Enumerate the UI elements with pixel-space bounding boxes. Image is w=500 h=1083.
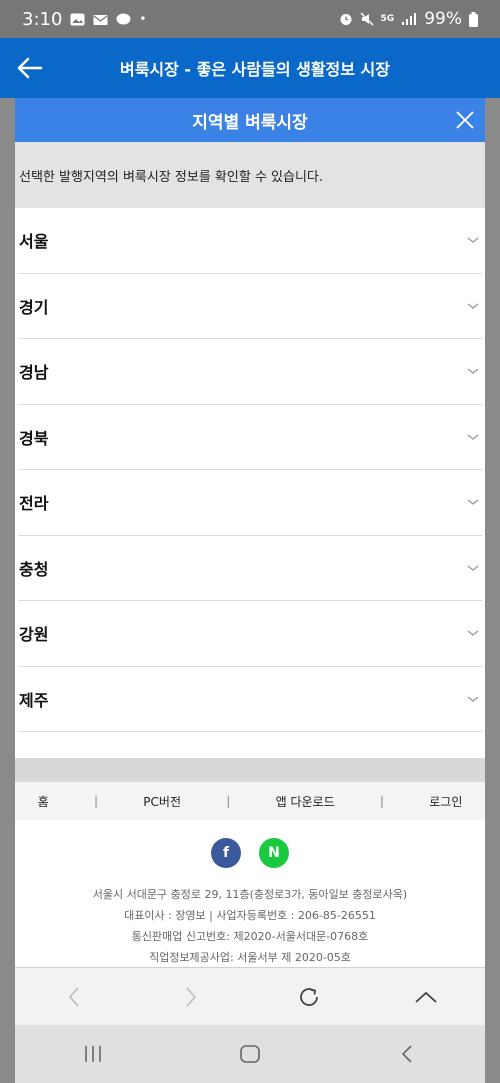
recent-apps-icon (85, 1046, 102, 1062)
back-nav-button[interactable] (382, 1034, 432, 1074)
region-item-chungcheong[interactable]: 충청 (18, 536, 482, 601)
refresh-icon (299, 987, 318, 1006)
region-item-gyeongnam[interactable]: 경남 (18, 339, 482, 405)
facebook-glyph: f (222, 845, 230, 861)
home-icon (240, 1045, 260, 1063)
mail-icon (93, 14, 108, 25)
browser-back-button[interactable] (54, 977, 94, 1017)
region-label: 강원 (19, 625, 49, 645)
social-links: f N (15, 838, 485, 878)
modal-title: 지역별 벼룩시장 (192, 112, 308, 133)
region-label: 전라 (19, 494, 49, 514)
scroll-top-button[interactable] (406, 977, 446, 1017)
arrow-left-icon (17, 57, 43, 79)
naver-icon[interactable]: N (259, 838, 289, 868)
footer-link-login[interactable]: 로그인 (429, 793, 462, 810)
region-item-jeolla[interactable]: 전라 (18, 470, 482, 536)
chevron-right-icon (186, 986, 197, 1007)
battery-icon (469, 11, 478, 27)
region-list: 서울 경기 경남 경북 전라 충청 강원 제주 (15, 208, 485, 732)
region-item-gyeongbuk[interactable]: 경북 (18, 405, 482, 470)
status-time: 3:10 (22, 8, 63, 30)
modal-description: 선택한 발행지역의 벼룩시장 정보를 확인할 수 있습니다. (15, 142, 485, 208)
company-telecom-sales: 통신판매업 신고번호: 제2020-서울서대문-0768호 (131, 930, 369, 943)
footer-nav: 홈 | PC버전 | 앱 다운로드 | 로그인 (15, 782, 485, 820)
chevron-down-icon (467, 696, 479, 702)
chevron-down-icon (467, 303, 479, 309)
chevron-left-icon (68, 986, 79, 1007)
app-header: 벼룩시장 - 좋은 사람들의 생활정보 시장 (0, 38, 500, 98)
home-button[interactable] (225, 1034, 275, 1074)
talk-icon (116, 13, 131, 24)
overlay-left[interactable] (0, 98, 15, 1083)
footer-link-pc-version[interactable]: PC버전 (143, 793, 181, 810)
footer-separator: | (93, 794, 99, 808)
company-ceo-reg: 대표이사 : 장영보 | 사업자등록번호 : 206-85-26551 (124, 909, 376, 922)
facebook-icon[interactable]: f (211, 838, 241, 868)
description-text: 선택한 발행지역의 벼룩시장 정보를 확인할 수 있습니다. (19, 169, 324, 185)
region-label: 경북 (19, 428, 49, 448)
region-modal: 지역별 벼룩시장 선택한 발행지역의 벼룩시장 정보를 확인할 수 있습니다. … (15, 98, 485, 1083)
overlay-right[interactable] (485, 98, 500, 1083)
network-label: 5G (380, 14, 395, 24)
back-nav-icon (401, 1045, 412, 1063)
chevron-up-icon (415, 991, 437, 1003)
browser-forward-button[interactable] (171, 977, 211, 1017)
close-button[interactable] (447, 102, 483, 138)
chevron-down-icon (467, 499, 479, 506)
region-item-gyeonggi[interactable]: 경기 (18, 274, 482, 339)
back-button[interactable] (0, 38, 60, 98)
battery-percent: 99% (424, 9, 462, 29)
chevron-down-icon (467, 434, 479, 440)
footer-link-home[interactable]: 홈 (38, 793, 49, 810)
dot-icon: • (139, 12, 147, 26)
android-nav-bar (15, 1025, 485, 1083)
app-title: 벼룩시장 - 좋은 사람들의 생활정보 시장 (119, 60, 390, 79)
section-divider (15, 758, 485, 782)
region-item-seoul[interactable]: 서울 (18, 208, 482, 274)
region-label: 서울 (19, 232, 49, 252)
signal-icon (402, 13, 417, 25)
region-item-jeju[interactable]: 제주 (18, 667, 482, 732)
close-icon (456, 111, 474, 129)
company-job-info: 직업정보제공사업: 서울서부 제 2020-05호 (149, 951, 351, 964)
company-info: 서울시 서대문구 충정로 29, 11층(충정로3가, 동아일보 충정로사옥) … (15, 884, 485, 968)
footer-link-app-download[interactable]: 앱 다운로드 (276, 793, 335, 810)
chevron-down-icon (467, 630, 479, 637)
region-label: 경기 (19, 297, 49, 317)
company-address: 서울시 서대문구 충정로 29, 11층(충정로3가, 동아일보 충정로사옥) (92, 888, 408, 901)
footer-separator: | (379, 794, 384, 808)
recent-apps-button[interactable] (68, 1034, 118, 1074)
region-item-gangwon[interactable]: 강원 (18, 601, 482, 667)
alarm-icon (340, 14, 352, 25)
region-label: 충청 (19, 559, 49, 579)
footer-separator: | (226, 794, 231, 808)
gallery-icon (70, 13, 85, 25)
status-bar: 3:10 • 5G 99% (0, 0, 500, 38)
browser-refresh-button[interactable] (289, 977, 329, 1017)
region-label: 제주 (19, 690, 49, 710)
mute-icon (360, 12, 374, 26)
chevron-down-icon (467, 237, 479, 244)
browser-toolbar (15, 967, 485, 1025)
chevron-down-icon (467, 565, 479, 571)
naver-glyph: N (268, 845, 280, 861)
modal-header: 지역별 벼룩시장 (15, 98, 485, 142)
chevron-down-icon (467, 368, 479, 375)
region-label: 경남 (19, 363, 49, 383)
